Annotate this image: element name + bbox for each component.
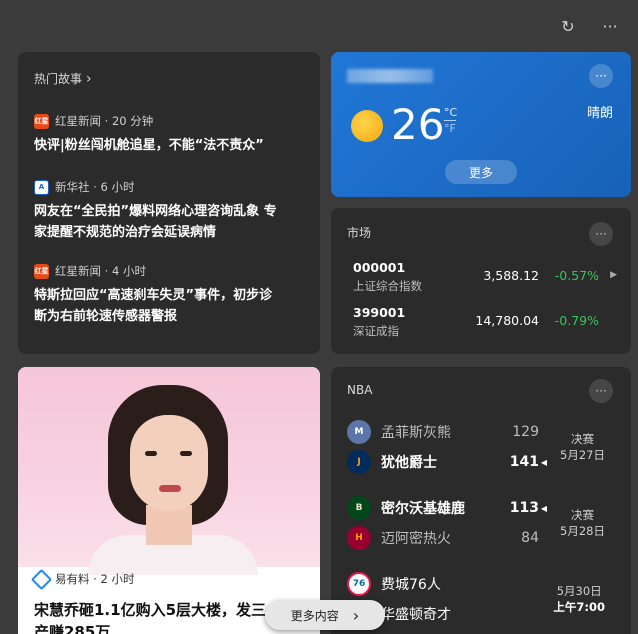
hongxing-news-icon: 红星 — [34, 113, 49, 129]
team-name: 迈阿密热火 — [381, 531, 451, 547]
market-row[interactable]: 000001 上证综合指数 3,588.12 -0.57% ▶ — [353, 260, 623, 296]
jazz-logo-icon: J — [347, 450, 371, 474]
game-status-line: 决赛 — [571, 508, 595, 522]
news-item[interactable]: 红星 红星新闻 · 20 分钟 快评|粉丝闯机舱追星，不能“法不责众” — [34, 113, 304, 156]
nba-game[interactable]: 76 费城76人 W 华盛顿奇才 5月30日 上午7:00 — [347, 569, 623, 629]
more-options-icon[interactable]: ··· — [598, 14, 622, 38]
game-date: 5月30日 — [556, 584, 602, 598]
team-score: 129 — [512, 424, 539, 440]
bucks-logo-icon: B — [347, 496, 371, 520]
heat-logo-icon: H — [347, 526, 371, 550]
news-source: 红星新闻 · 4 小时 — [55, 264, 146, 278]
game-status: 决赛 5月28日 — [560, 507, 605, 539]
game-status-line: 决赛 — [571, 432, 595, 446]
weather-more-button[interactable]: 更多 — [445, 160, 517, 184]
weather-card[interactable]: ··· 26 °C °F 晴朗 更多 — [331, 52, 631, 197]
weather-more-icon[interactable]: ··· — [589, 64, 613, 88]
team-name: 费城76人 — [381, 577, 441, 593]
temperature: 26 — [391, 100, 445, 149]
news-item[interactable]: 红星 红星新闻 · 4 小时 特斯拉回应“高速刹车失灵”事件，初步诊 断为右前轮… — [34, 263, 304, 327]
xinhua-icon: A — [34, 179, 49, 195]
game-date: 5月28日 — [560, 524, 605, 538]
more-content-label: 更多内容 — [290, 608, 339, 623]
next-arrow-icon[interactable]: ▶ — [610, 270, 617, 280]
headline-line: 断为右前轮速传感器警报 — [34, 309, 178, 324]
market-title: 市场 — [347, 226, 372, 240]
news-source: 易有料 · 2 小时 — [55, 572, 135, 586]
news-item[interactable]: A 新华社 · 6 小时 网友在“全民拍”爆料网络心理咨询乱象 专 家提醒不规范… — [34, 179, 304, 243]
team-name: 犹他爵士 — [381, 455, 437, 471]
celsius-unit[interactable]: °C — [444, 106, 457, 119]
team-name: 孟菲斯灰熊 — [381, 425, 451, 441]
game-status: 决赛 5月27日 — [560, 431, 605, 463]
team-score: 113 — [509, 500, 539, 516]
nba-title: NBA — [347, 383, 373, 397]
nba-card: NBA ··· M 孟菲斯灰熊 129 J 犹他爵士 141 ◀ 决赛 5月27… — [331, 367, 631, 634]
chevron-right-icon: › — [86, 70, 92, 87]
market-card: 市场 ··· 000001 上证综合指数 3,588.12 -0.57% ▶ 3… — [331, 208, 631, 354]
top-stories-title: 热门故事 — [34, 72, 83, 86]
team-name: 华盛顿奇才 — [381, 607, 451, 623]
market-more-icon[interactable]: ··· — [589, 222, 613, 246]
grizzlies-logo-icon: M — [347, 420, 371, 444]
more-content-button[interactable]: 更多内容 › — [265, 600, 385, 630]
team-score: 141 — [509, 454, 539, 470]
yiyouliao-icon — [30, 568, 53, 590]
weather-condition: 晴朗 — [586, 106, 613, 121]
sunny-icon — [351, 110, 383, 142]
refresh-icon[interactable]: ↻ — [556, 14, 580, 38]
fahrenheit-unit[interactable]: °F — [444, 122, 457, 135]
market-row[interactable]: 399001 深证成指 14,780.04 -0.79% — [353, 305, 623, 341]
team-score: 84 — [521, 530, 539, 546]
top-stories-header[interactable]: 热门故事 › — [34, 70, 304, 87]
nba-game[interactable]: B 密尔沃基雄鹿 113 ◀ H 迈阿密热火 84 决赛 5月28日 — [347, 493, 623, 553]
chevron-right-icon: › — [352, 605, 360, 625]
nba-more-icon[interactable]: ··· — [589, 379, 613, 403]
news-photo — [18, 367, 320, 575]
game-date: 5月27日 — [560, 448, 605, 462]
news-source: 新华社 · 6 小时 — [55, 180, 135, 194]
index-price: 3,588.12 — [483, 268, 539, 283]
news-headline[interactable]: 快评|粉丝闯机舱追星，不能“法不责众” — [34, 135, 304, 156]
winner-marker-icon: ◀ — [540, 457, 547, 467]
headline-line: 网友在“全民拍”爆料网络心理咨询乱象 专 — [34, 204, 277, 219]
news-headline[interactable]: 特斯拉回应“高速刹车失灵”事件，初步诊 断为右前轮速传感器警报 — [34, 285, 304, 327]
winner-marker-icon: ◀ — [540, 503, 547, 513]
index-change: -0.57% — [554, 268, 599, 283]
news-headline[interactable]: 网友在“全民拍”爆料网络心理咨询乱象 专 家提醒不规范的治疗会延误病情 — [34, 201, 304, 243]
index-change: -0.79% — [554, 313, 599, 328]
unit-toggle[interactable]: °C °F — [444, 106, 457, 135]
news-source: 红星新闻 · 20 分钟 — [55, 114, 154, 128]
hongxing-news-icon: 红星 — [34, 263, 49, 279]
game-status: 5月30日 上午7:00 — [553, 583, 605, 615]
top-stories-card: 热门故事 › 红星 红星新闻 · 20 分钟 快评|粉丝闯机舱追星，不能“法不责… — [18, 52, 320, 354]
headline-line: 特斯拉回应“高速刹车失灵”事件，初步诊 — [34, 288, 273, 303]
photo-news-card[interactable]: 易有料 · 2 小时 宋慧乔砸1.1亿购入5层大楼，发三 产赚285万 — [18, 367, 320, 634]
76ers-logo-icon: 76 — [347, 572, 371, 596]
index-price: 14,780.04 — [475, 313, 539, 328]
team-name: 密尔沃基雄鹿 — [381, 501, 465, 517]
headline-line: 家提醒不规范的治疗会延误病情 — [34, 225, 217, 240]
nba-game[interactable]: M 孟菲斯灰熊 129 J 犹他爵士 141 ◀ 决赛 5月27日 — [347, 417, 623, 477]
location-blurred — [347, 69, 433, 83]
game-time: 上午7:00 — [553, 600, 605, 614]
